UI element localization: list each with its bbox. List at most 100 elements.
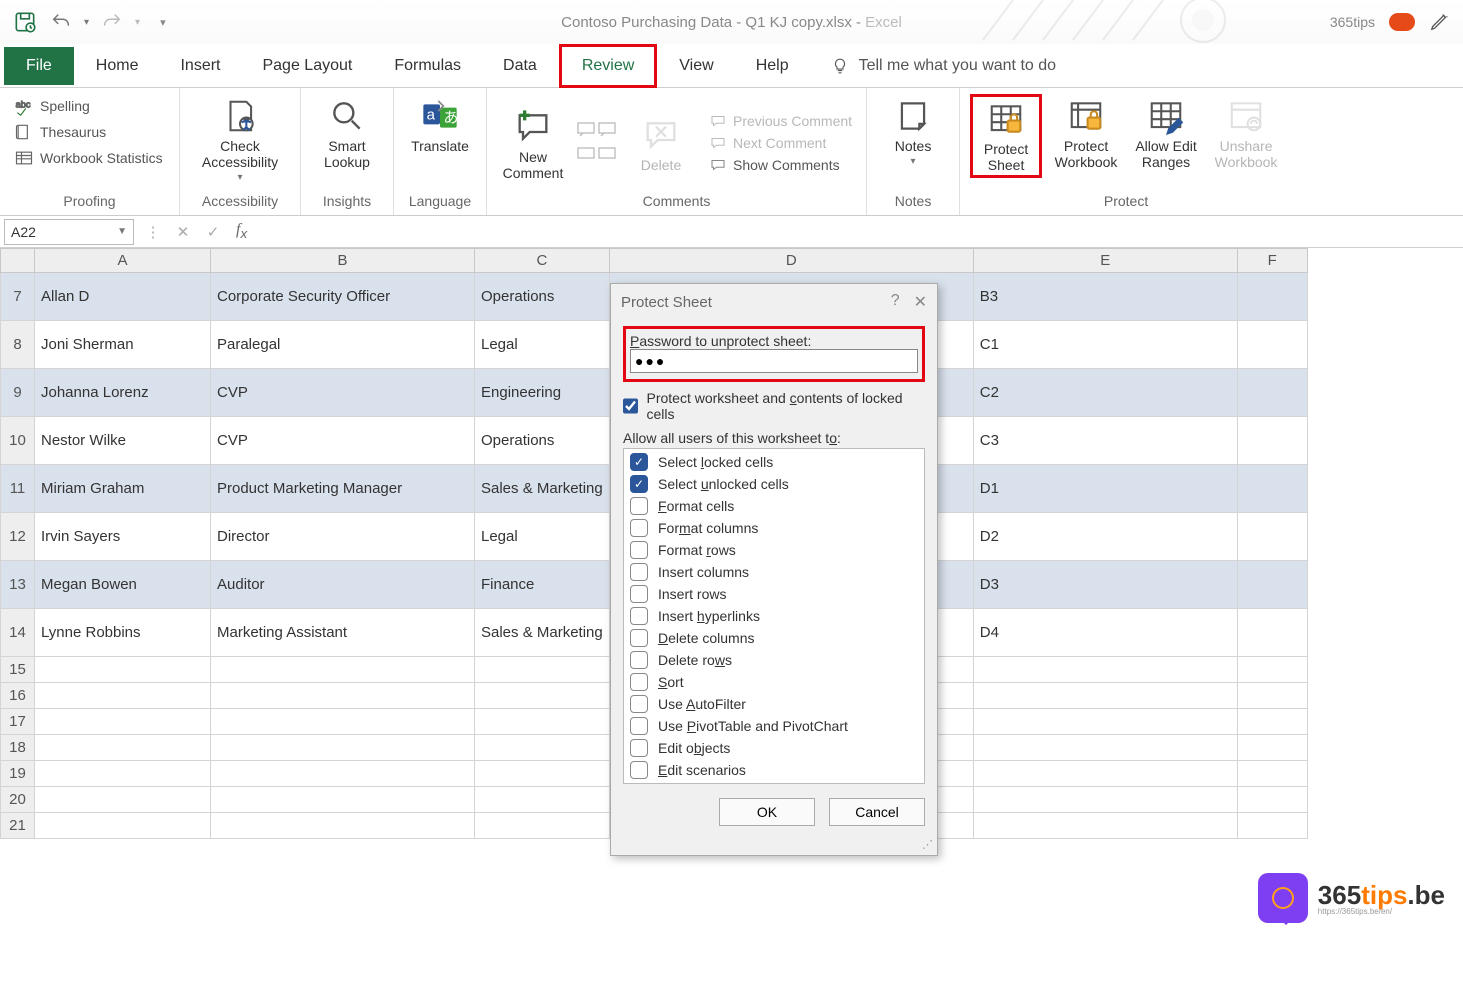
cell[interactable]: C3: [973, 417, 1237, 465]
cell[interactable]: [973, 683, 1237, 709]
show-comments-button[interactable]: Show Comments: [705, 155, 856, 175]
dialog-close-icon[interactable]: ✕: [914, 292, 927, 312]
comment-nav-icon[interactable]: [577, 122, 617, 143]
cell[interactable]: [475, 813, 610, 839]
dialog-help-icon[interactable]: ?: [891, 292, 900, 312]
permission-option[interactable]: Sort: [628, 671, 920, 693]
column-header[interactable]: F: [1237, 249, 1307, 273]
cell[interactable]: [475, 683, 610, 709]
cell[interactable]: [973, 813, 1237, 839]
cell[interactable]: D2: [973, 513, 1237, 561]
cell[interactable]: Paralegal: [211, 321, 475, 369]
cell[interactable]: Sales & Marketing: [475, 465, 610, 513]
cell[interactable]: [35, 761, 211, 787]
protect-sheet-button[interactable]: Protect Sheet: [970, 94, 1042, 178]
row-header[interactable]: 9: [1, 369, 35, 417]
column-header[interactable]: D: [609, 249, 973, 273]
protect-contents-checkbox[interactable]: Protect worksheet and contents of locked…: [623, 386, 925, 426]
cell[interactable]: D4: [973, 609, 1237, 657]
pen-icon[interactable]: [1429, 10, 1451, 35]
tell-me-search[interactable]: Tell me what you want to do: [831, 57, 1056, 75]
cell[interactable]: [211, 761, 475, 787]
spelling-button[interactable]: abc Spelling: [10, 94, 167, 118]
cell[interactable]: Finance: [475, 561, 610, 609]
chevron-down-icon[interactable]: ▼: [117, 226, 127, 237]
checkbox-icon[interactable]: [630, 629, 648, 647]
checkbox-icon[interactable]: ✓: [630, 475, 648, 493]
name-box[interactable]: A22▼: [4, 219, 134, 245]
tab-data[interactable]: Data: [483, 47, 557, 85]
cell[interactable]: D3: [973, 561, 1237, 609]
checkbox-icon[interactable]: [630, 739, 648, 757]
checkbox-icon[interactable]: [630, 695, 648, 713]
cell[interactable]: [1237, 417, 1307, 465]
cell[interactable]: [1237, 761, 1307, 787]
thesaurus-button[interactable]: Thesaurus: [10, 120, 167, 144]
cell[interactable]: [1237, 813, 1307, 839]
cell[interactable]: [475, 709, 610, 735]
cell[interactable]: Legal: [475, 321, 610, 369]
checkbox-icon[interactable]: [630, 673, 648, 691]
checkbox-icon[interactable]: [630, 497, 648, 515]
cell[interactable]: [1237, 735, 1307, 761]
cell[interactable]: Joni Sherman: [35, 321, 211, 369]
cell[interactable]: Allan D: [35, 273, 211, 321]
checkbox-icon[interactable]: [630, 541, 648, 559]
cell[interactable]: Megan Bowen: [35, 561, 211, 609]
cell[interactable]: [973, 735, 1237, 761]
tab-file[interactable]: File: [4, 47, 74, 85]
cell[interactable]: [475, 787, 610, 813]
cell[interactable]: Lynne Robbins: [35, 609, 211, 657]
cell[interactable]: [35, 735, 211, 761]
permission-options-list[interactable]: ✓Select locked cells✓Select unlocked cel…: [623, 448, 925, 784]
row-header[interactable]: 12: [1, 513, 35, 561]
cell[interactable]: [35, 813, 211, 839]
permission-option[interactable]: Insert rows: [628, 583, 920, 605]
row-header[interactable]: 16: [1, 683, 35, 709]
cell[interactable]: [1237, 683, 1307, 709]
cell[interactable]: CVP: [211, 417, 475, 465]
checkbox-icon[interactable]: [630, 519, 648, 537]
permission-option[interactable]: Insert columns: [628, 561, 920, 583]
permission-option[interactable]: Use PivotTable and PivotChart: [628, 715, 920, 737]
cell[interactable]: [1237, 709, 1307, 735]
checkbox-icon[interactable]: [630, 761, 648, 779]
cell[interactable]: Engineering: [475, 369, 610, 417]
cell[interactable]: [1237, 787, 1307, 813]
notes-button[interactable]: Notes▾: [877, 94, 949, 167]
permission-option[interactable]: Edit scenarios: [628, 759, 920, 781]
cell[interactable]: Johanna Lorenz: [35, 369, 211, 417]
cell[interactable]: CVP: [211, 369, 475, 417]
fx-icon[interactable]: fx: [228, 221, 255, 241]
row-header[interactable]: 10: [1, 417, 35, 465]
cancel-formula-icon[interactable]: ✕: [168, 223, 198, 241]
cell[interactable]: C1: [973, 321, 1237, 369]
cell[interactable]: [211, 787, 475, 813]
cell[interactable]: [973, 787, 1237, 813]
cell[interactable]: C2: [973, 369, 1237, 417]
tab-page-layout[interactable]: Page Layout: [242, 47, 372, 85]
permission-option[interactable]: Format cells: [628, 495, 920, 517]
tab-review[interactable]: Review: [559, 44, 657, 88]
namebox-more-icon[interactable]: ⋮: [138, 223, 168, 241]
cell[interactable]: [35, 683, 211, 709]
select-all-corner[interactable]: [1, 249, 35, 273]
cell[interactable]: [211, 657, 475, 683]
comment-nav2-icon[interactable]: [577, 147, 617, 168]
formula-input[interactable]: [255, 224, 1463, 240]
permission-option[interactable]: Format rows: [628, 539, 920, 561]
column-header[interactable]: B: [211, 249, 475, 273]
cell[interactable]: Operations: [475, 417, 610, 465]
translate-button[interactable]: aあ Translate: [404, 94, 476, 154]
cell[interactable]: [211, 683, 475, 709]
cell[interactable]: [1237, 609, 1307, 657]
permission-option[interactable]: ✓Select unlocked cells: [628, 473, 920, 495]
cell[interactable]: [211, 709, 475, 735]
redo-dropdown-icon[interactable]: ▾: [135, 17, 140, 28]
cell[interactable]: [35, 657, 211, 683]
tab-formulas[interactable]: Formulas: [374, 47, 481, 85]
permission-option[interactable]: Edit objects: [628, 737, 920, 759]
cell[interactable]: [973, 709, 1237, 735]
permission-option[interactable]: Format columns: [628, 517, 920, 539]
row-header[interactable]: 20: [1, 787, 35, 813]
